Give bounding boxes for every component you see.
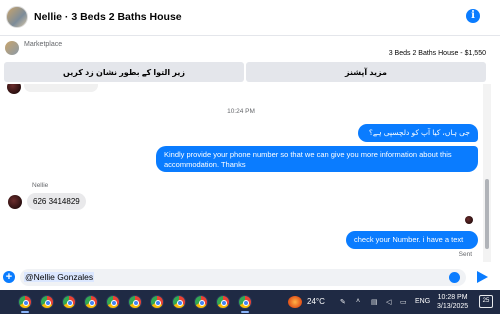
chrome-icon[interactable] [84,295,98,309]
marketplace-listing[interactable]: Marketplace 3 Beds 2 Baths House - $1,55… [0,37,500,61]
chrome-icon[interactable] [150,295,164,309]
chrome-icon[interactable] [172,295,186,309]
pen-icon[interactable]: ✎ [340,298,346,306]
volume-icon[interactable]: ◁ [386,298,391,306]
scrollbar-thumb[interactable] [485,179,489,249]
chrome-icon[interactable] [128,295,142,309]
message-status: Sent [458,251,472,258]
clock[interactable]: 10:28 PM 3/13/2025 [437,293,468,311]
listing-title-price: 3 Beds 2 Baths House - $1,550 [388,50,486,57]
more-options-button[interactable]: مزید آپشنز [246,62,486,82]
outgoing-message[interactable]: جی ہاں، کیا آپ کو دلچسپی ہے؟ [358,124,478,142]
chrome-icon[interactable] [216,295,230,309]
clock-time: 10:28 PM [437,294,468,301]
active-indicator [241,311,249,313]
language-indicator[interactable]: ENG [415,298,430,305]
chrome-icon[interactable] [238,295,252,309]
chrome-icon[interactable] [40,295,54,309]
contact-avatar [7,84,21,94]
temperature[interactable]: 24°C [307,297,325,306]
notification-badge[interactable]: 25 [479,295,493,308]
message-composer: + @Nellie Gonzales [0,266,500,288]
chevron-up-icon[interactable]: ˄ [356,298,360,305]
network-icon[interactable]: ▤ [371,298,378,306]
avatar[interactable] [6,6,28,28]
message-input[interactable]: @Nellie Gonzales [20,269,466,286]
weather-icon[interactable] [288,296,302,308]
incoming-message[interactable]: 626 3414829 [27,193,86,210]
chat-title[interactable]: Nellie · 3 Beds 2 Baths House [34,11,182,23]
marketplace-label: Marketplace [24,41,63,48]
incoming-message-partial [24,84,98,92]
battery-icon[interactable]: ▭ [400,298,407,306]
message-timestamp: 10:24 PM [227,108,255,115]
listing-actions: زیر التوا کے بطور نشان زد کریں مزید آپشن… [4,62,486,82]
mark-pending-button[interactable]: زیر التوا کے بطور نشان زد کریں [4,62,244,82]
add-icon[interactable]: + [3,271,15,283]
chrome-icon[interactable] [194,295,208,309]
chat-header: Nellie · 3 Beds 2 Baths House i [0,0,500,36]
contact-avatar [8,195,22,209]
message-input-value: @Nellie Gonzales [24,272,95,282]
seen-avatar [465,216,473,224]
chrome-icon[interactable] [62,295,76,309]
emoji-icon[interactable] [449,272,460,283]
message-list: 10:24 PM جی ہاں، کیا آپ کو دلچسپی ہے؟ Ki… [0,84,482,262]
chrome-icon[interactable] [106,295,120,309]
taskbar: 24°C ✎ ˄ ▤ ◁ ▭ ENG 10:28 PM 3/13/2025 25 [0,290,500,314]
active-indicator [21,311,29,313]
chrome-icon[interactable] [18,295,32,309]
outgoing-message[interactable]: Kindly provide your phone number so that… [156,146,478,172]
sender-name: Nellie [32,182,49,189]
clock-date: 3/13/2025 [437,303,469,310]
info-icon[interactable]: i [466,9,480,23]
listing-thumbnail [5,41,19,55]
outgoing-message[interactable]: check your Number. i have a text [346,231,478,249]
send-icon[interactable] [477,271,488,283]
chat-scrollbar[interactable] [483,84,491,262]
